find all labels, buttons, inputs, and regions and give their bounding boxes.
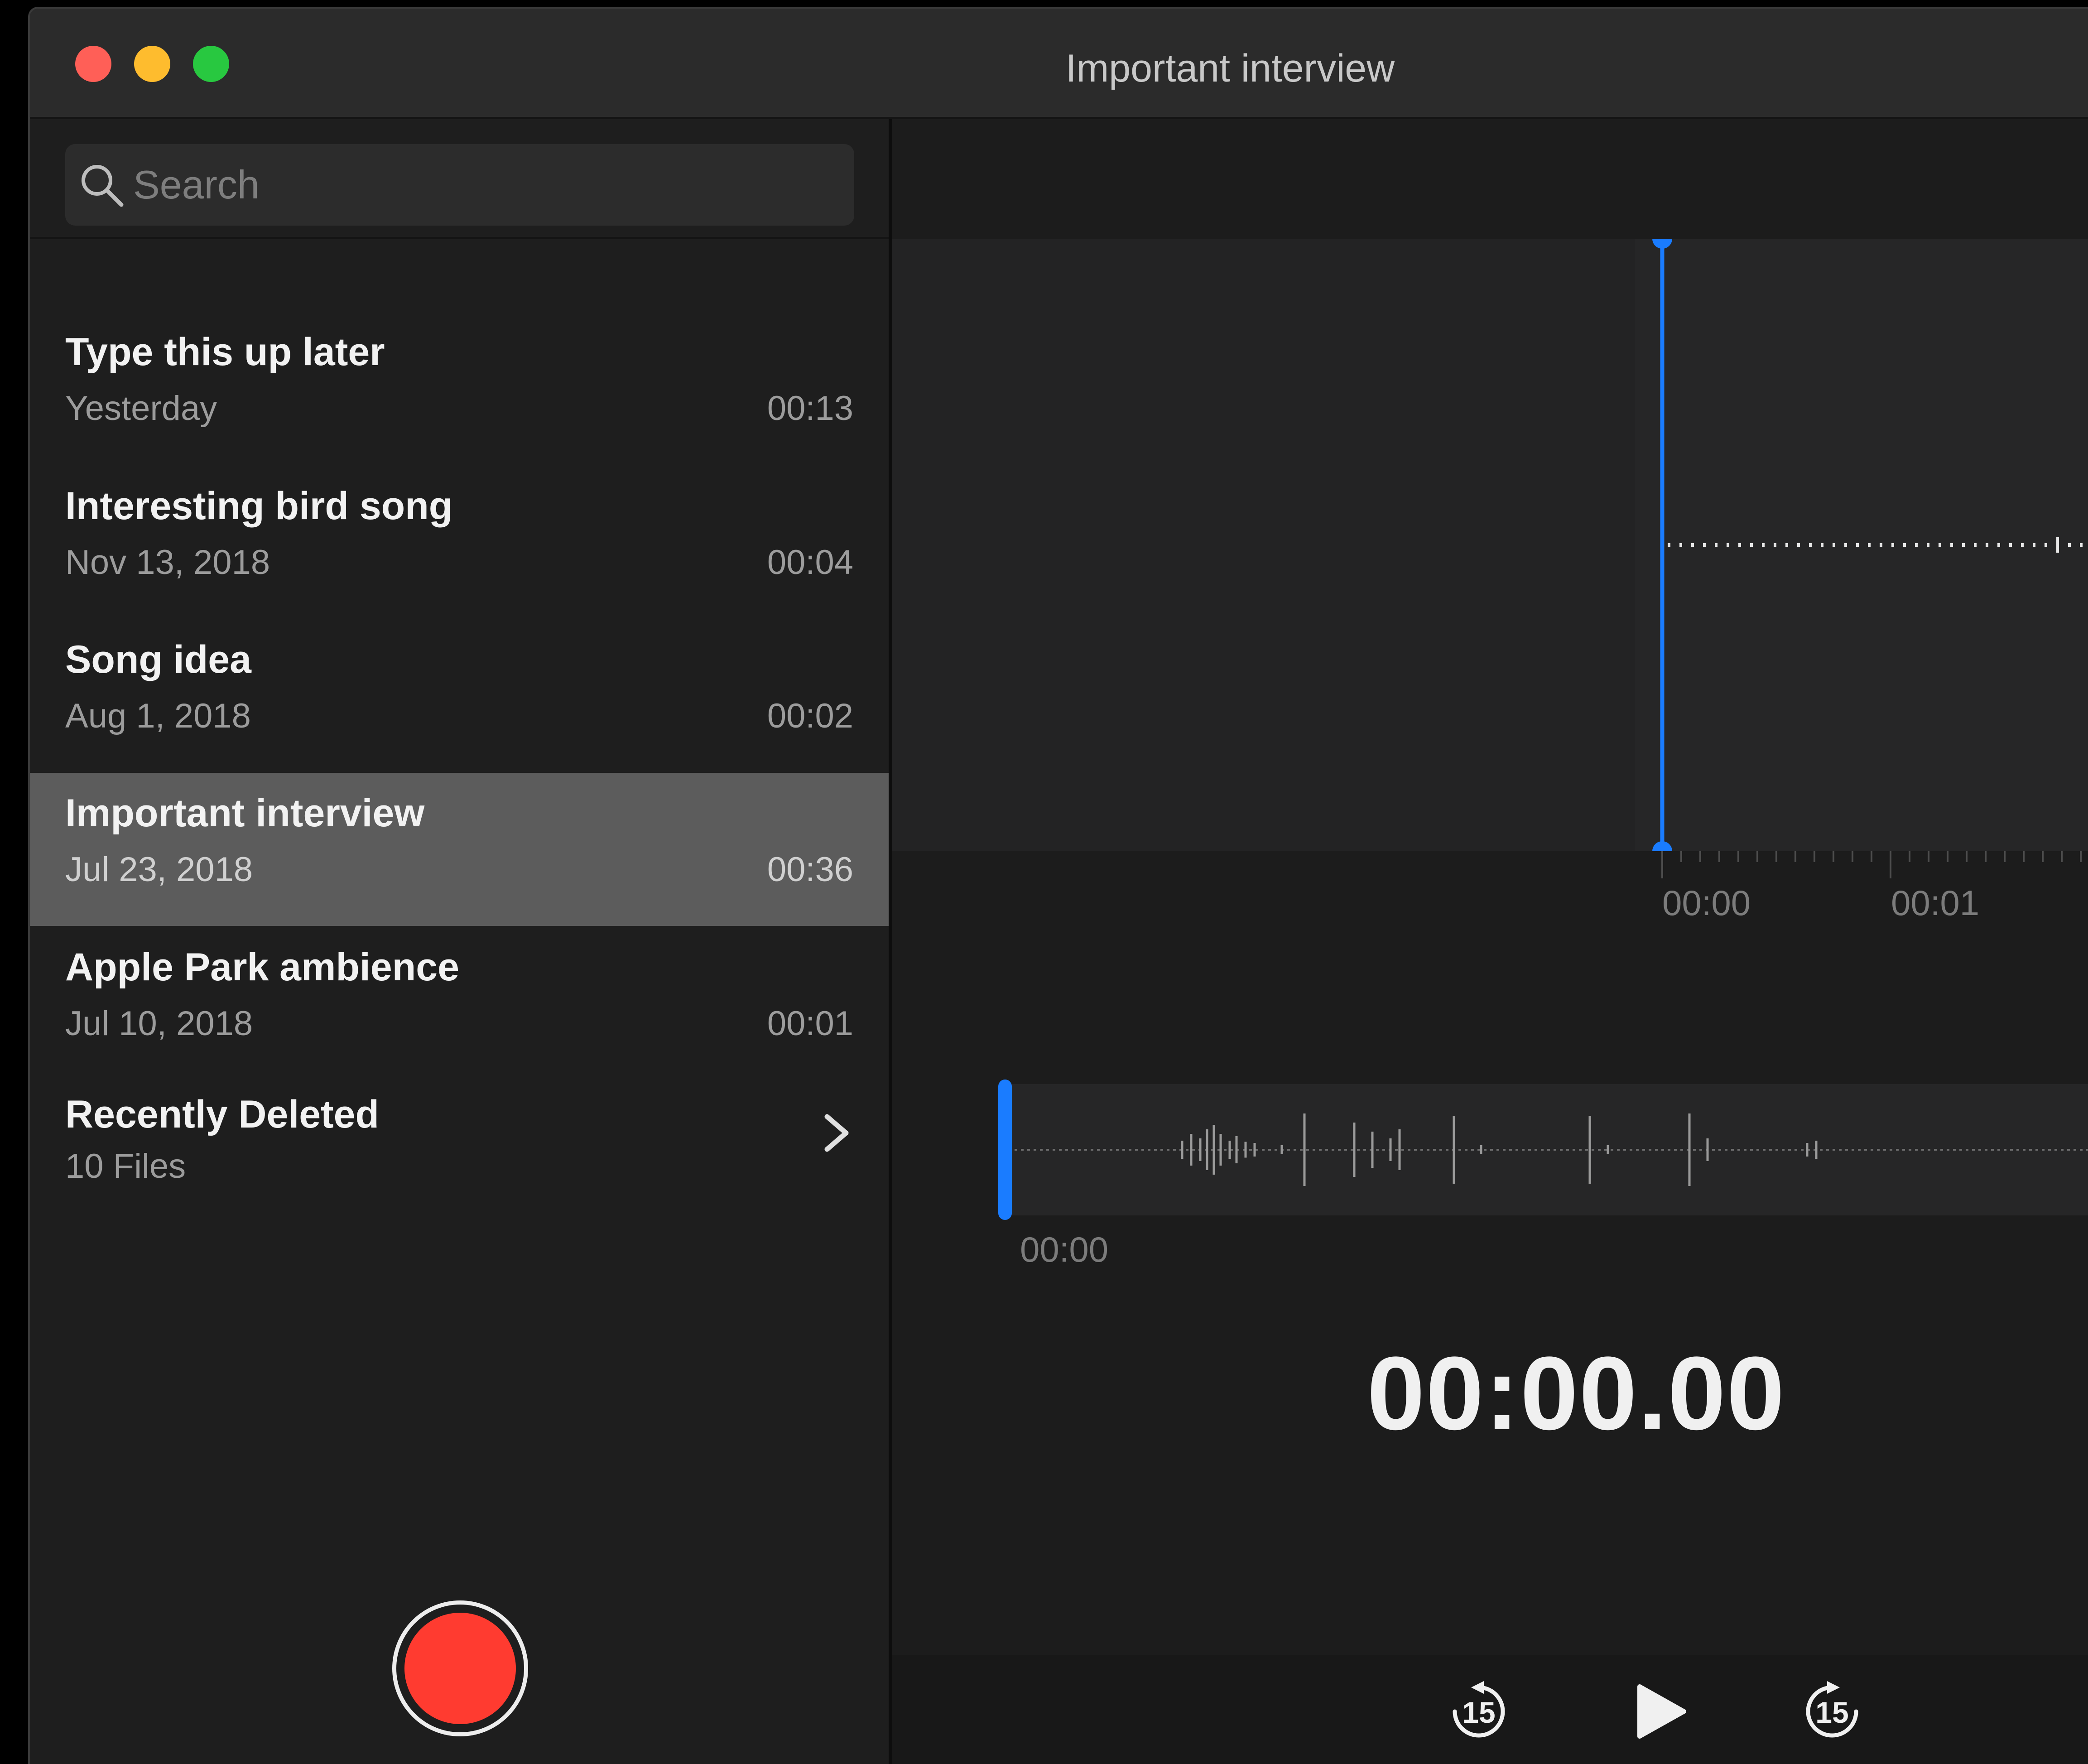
recording-title: Interesting bird song bbox=[65, 484, 453, 528]
skip-back-15-icon[interactable]: 15 bbox=[1445, 1677, 1513, 1745]
waveform-dot bbox=[1727, 543, 1729, 547]
waveform-dot bbox=[1844, 543, 1847, 547]
waveform-dot bbox=[1868, 543, 1871, 547]
waveform-dot bbox=[1915, 543, 1918, 547]
record-button[interactable] bbox=[392, 1600, 528, 1736]
close-window-button[interactable] bbox=[75, 46, 111, 82]
recordings-sidebar: Type this up later Yesterday 00:13 Inter… bbox=[30, 119, 890, 1764]
recently-deleted-item[interactable]: Recently Deleted 10 Files bbox=[30, 1074, 889, 1227]
recording-date: Yesterday bbox=[65, 389, 217, 428]
waveform-dot bbox=[1715, 543, 1718, 547]
timeline-tick-label: 00:01 bbox=[1891, 883, 1980, 923]
search-icon bbox=[82, 165, 124, 207]
recording-item[interactable]: Interesting bird song Nov 13, 2018 00:04 bbox=[30, 466, 889, 619]
search-area bbox=[30, 119, 889, 239]
skip-forward-label: 15 bbox=[1815, 1696, 1848, 1729]
playback-controls: 15 15 bbox=[892, 1655, 2088, 1764]
chevron-right-icon bbox=[824, 1114, 849, 1152]
skip-back-label: 15 bbox=[1462, 1696, 1495, 1729]
waveform-dot bbox=[2021, 543, 2024, 547]
waveform-dot bbox=[1856, 543, 1859, 547]
waveform-dot bbox=[1762, 543, 1765, 547]
recording-date: Jul 23, 2018 bbox=[65, 850, 253, 889]
recording-item[interactable]: Type this up later Yesterday 00:13 bbox=[30, 312, 889, 465]
waveform-dot bbox=[1891, 543, 1894, 547]
zoomed-waveform[interactable] bbox=[892, 239, 2088, 851]
waveform-dot bbox=[2080, 543, 2083, 547]
recording-title: Type this up later bbox=[65, 330, 385, 374]
record-icon bbox=[404, 1613, 516, 1724]
waveform-dot bbox=[1703, 543, 1706, 547]
waveform-dot bbox=[1785, 543, 1788, 547]
waveform-dot bbox=[1809, 543, 1812, 547]
waveform-dot bbox=[1821, 543, 1823, 547]
waveform-dot bbox=[1679, 543, 1682, 547]
waveform-dot bbox=[1833, 543, 1835, 547]
playhead-top-handle bbox=[1652, 239, 1672, 249]
recording-title: Important interview bbox=[65, 791, 425, 835]
search-input[interactable] bbox=[133, 144, 840, 226]
recording-detail: 00:00 00:01 00:00 00:00.00 15 15 bbox=[892, 119, 2088, 1764]
waveform-dot bbox=[2068, 543, 2071, 547]
title-bar: Important interview bbox=[30, 9, 2088, 119]
recording-duration: 00:01 bbox=[767, 1004, 853, 1043]
waveform-dot bbox=[1974, 543, 1977, 547]
waveform-dot bbox=[1691, 543, 1694, 547]
recording-item[interactable]: Song idea Aug 1, 2018 00:02 bbox=[30, 619, 889, 772]
overview-scrubber[interactable] bbox=[998, 1080, 1012, 1220]
waveform-dots bbox=[1668, 537, 2083, 553]
waveform-dot bbox=[1986, 543, 1988, 547]
waveform-dot bbox=[1880, 543, 1882, 547]
waveform-dot bbox=[1903, 543, 1906, 547]
waveform-dot bbox=[1797, 543, 1800, 547]
recently-deleted-count: 10 Files bbox=[65, 1147, 186, 1186]
timeline-tick-label: 00:00 bbox=[1662, 883, 1751, 923]
waveform-dot bbox=[1997, 543, 2000, 547]
waveform-dot bbox=[1939, 543, 1941, 547]
waveform-dot bbox=[1927, 543, 1929, 547]
play-icon[interactable] bbox=[1626, 1677, 1694, 1745]
recently-deleted-title: Recently Deleted bbox=[65, 1093, 380, 1136]
timeline-ruler bbox=[1661, 851, 2082, 878]
current-time-display: 00:00.00 bbox=[1367, 1335, 1785, 1451]
recording-item[interactable]: Apple Park ambience Jul 10, 2018 00:01 bbox=[30, 927, 889, 1080]
recording-duration: 00:02 bbox=[767, 697, 853, 735]
waveform-dot bbox=[1950, 543, 1953, 547]
recording-item-selected[interactable]: Important interview Jul 23, 2018 00:36 bbox=[30, 773, 889, 926]
recording-duration: 00:04 bbox=[767, 543, 853, 582]
waveform-dot bbox=[1962, 543, 1965, 547]
sidebar-divider bbox=[889, 119, 892, 1764]
waveform-dot bbox=[2033, 543, 2035, 547]
skip-forward-15-icon[interactable]: 15 bbox=[1798, 1677, 1866, 1745]
zoom-window-button[interactable] bbox=[193, 46, 229, 82]
recording-date: Nov 13, 2018 bbox=[65, 543, 270, 582]
waveform-dot bbox=[2045, 543, 2047, 547]
recording-duration: 00:36 bbox=[767, 850, 853, 889]
recording-date: Jul 10, 2018 bbox=[65, 1004, 253, 1043]
voice-memos-window: Important interview Type this up later Y… bbox=[28, 7, 2088, 1764]
waveform-dot bbox=[1774, 543, 1776, 547]
search-field[interactable] bbox=[65, 144, 854, 226]
minimize-window-button[interactable] bbox=[134, 46, 170, 82]
overview-start-label: 00:00 bbox=[1020, 1229, 1109, 1269]
overview-waveform[interactable] bbox=[998, 1080, 2088, 1220]
waveform-dot bbox=[2056, 537, 2059, 553]
recording-title: Apple Park ambience bbox=[65, 945, 459, 989]
recording-title: Song idea bbox=[65, 638, 251, 681]
window-title: Important interview bbox=[1065, 47, 1395, 90]
waveform-dot bbox=[2009, 543, 2012, 547]
zoomed-waveform-graphic bbox=[1652, 239, 2083, 851]
waveform-dot bbox=[1750, 543, 1753, 547]
playhead-bottom-handle bbox=[1652, 841, 1672, 851]
overview-waveform-graphic bbox=[1015, 1113, 2088, 1186]
waveform-dot bbox=[1738, 543, 1741, 547]
waveform-dot bbox=[1668, 543, 1670, 547]
recording-duration: 00:13 bbox=[767, 389, 853, 428]
recording-date: Aug 1, 2018 bbox=[65, 697, 251, 735]
